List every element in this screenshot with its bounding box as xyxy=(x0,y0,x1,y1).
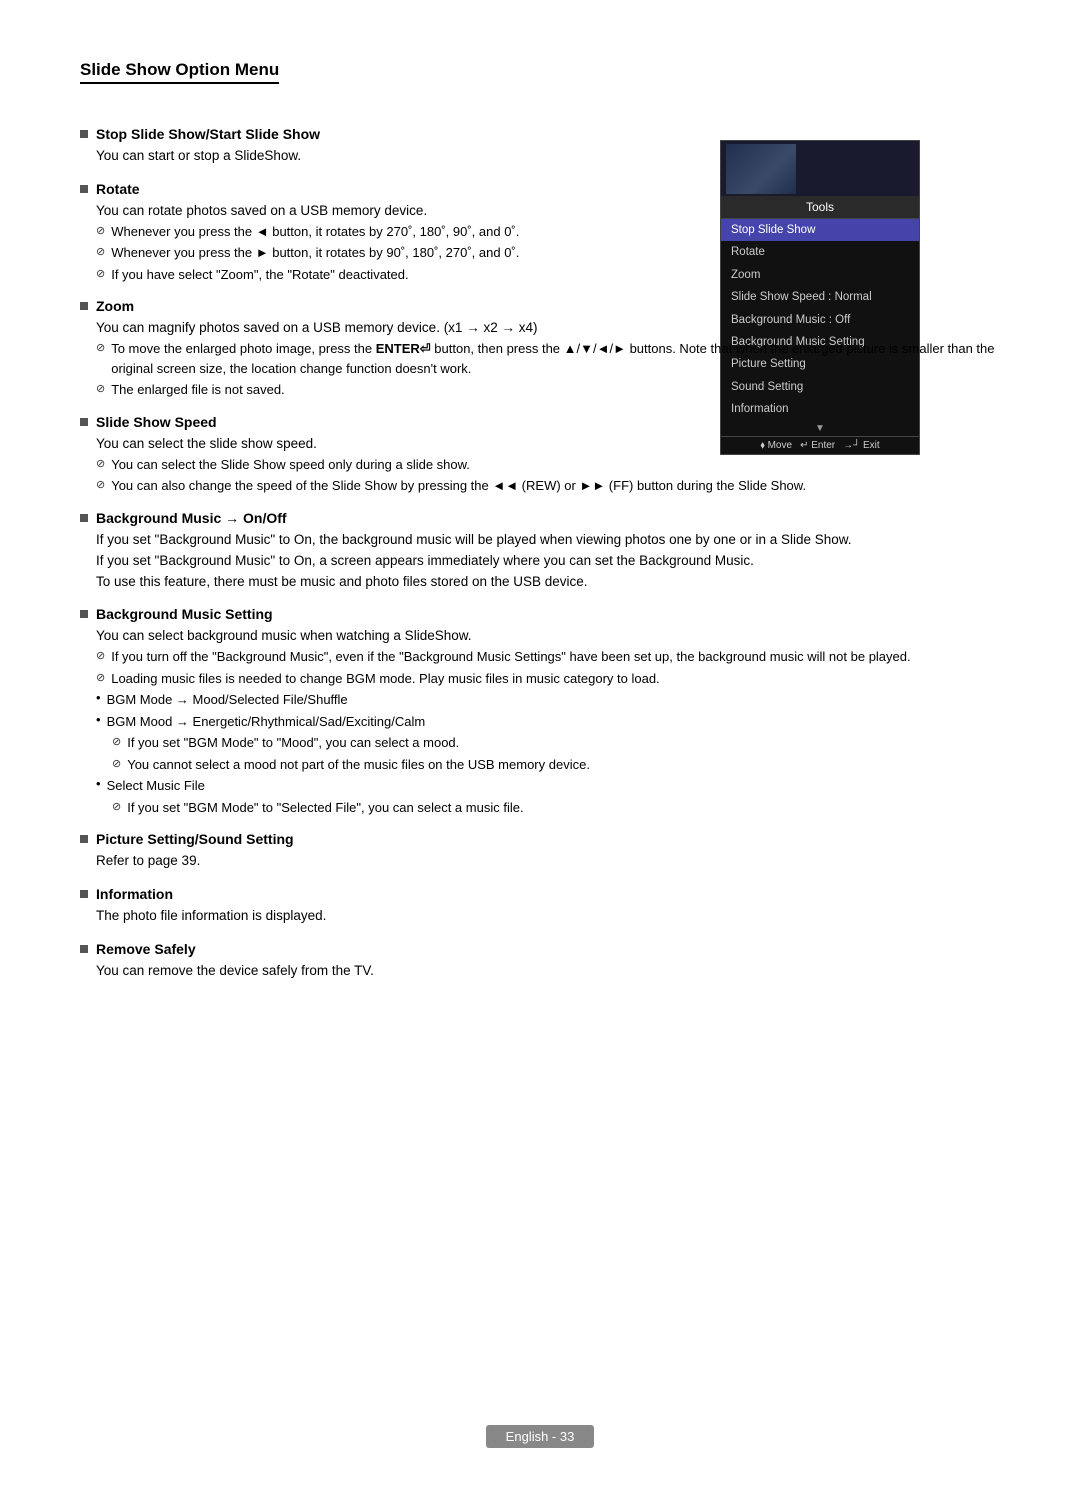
note-text: Whenever you press the ► button, it rota… xyxy=(111,243,519,263)
note-text: You can also change the speed of the Sli… xyxy=(111,476,806,496)
sub-bullet-text: BGM Mood → Energetic/Rhythmical/Sad/Exci… xyxy=(107,712,426,732)
bullet-icon xyxy=(80,610,88,618)
section-body: You can start or stop a SlideShow. xyxy=(96,146,1000,167)
sub-bullet-text: BGM Mode → Mood/Selected File/Shuffle xyxy=(107,690,348,710)
page-title: Slide Show Option Menu xyxy=(80,60,279,84)
section-body: Refer to page 39. xyxy=(96,851,1000,872)
note-text: If you set "BGM Mode" to "Mood", you can… xyxy=(127,733,459,753)
section-body: You can select the slide show speed. xyxy=(96,434,1000,455)
note-icon: ⊘ xyxy=(96,267,105,280)
bullet-icon xyxy=(80,835,88,843)
note-text: If you have select "Zoom", the "Rotate" … xyxy=(111,265,408,285)
section-picture-setting: Picture Setting/Sound Setting Refer to p… xyxy=(80,831,1000,872)
sub-bullet-bgm-mood: • BGM Mood → Energetic/Rhythmical/Sad/Ex… xyxy=(96,712,1000,732)
section-title: Information xyxy=(96,886,173,902)
note-icon: ⊘ xyxy=(96,341,105,354)
section-title: Slide Show Speed xyxy=(96,414,217,430)
bullet-icon xyxy=(80,514,88,522)
note-item: ⊘ To move the enlarged photo image, pres… xyxy=(96,339,1000,378)
bullet-icon xyxy=(80,302,88,310)
section-title: Zoom xyxy=(96,298,134,314)
section-title: Picture Setting/Sound Setting xyxy=(96,831,294,847)
note-icon: ⊘ xyxy=(96,382,105,395)
note-item-select-music: ⊘ If you set "BGM Mode" to "Selected Fil… xyxy=(112,798,1000,818)
section-title: Stop Slide Show/Start Slide Show xyxy=(96,126,320,142)
note-item: ⊘ The enlarged file is not saved. xyxy=(96,380,1000,400)
note-item: ⊘ If you have select "Zoom", the "Rotate… xyxy=(96,265,1000,285)
sub-bullet-select-music: • Select Music File xyxy=(96,776,1000,796)
note-icon: ⊘ xyxy=(112,757,121,770)
section-zoom: Zoom You can magnify photos saved on a U… xyxy=(80,298,1000,399)
section-background-music-setting: Background Music Setting You can select … xyxy=(80,606,1000,817)
note-text: If you turn off the "Background Music", … xyxy=(111,647,910,667)
footer-badge: English - 33 xyxy=(486,1425,595,1448)
note-item: ⊘ If you turn off the "Background Music"… xyxy=(96,647,1000,667)
section-background-music: Background Music → On/Off If you set "Ba… xyxy=(80,510,1000,593)
section-information: Information The photo file information i… xyxy=(80,886,1000,927)
section-rotate: Rotate You can rotate photos saved on a … xyxy=(80,181,1000,284)
note-item: ⊘ Loading music files is needed to chang… xyxy=(96,669,1000,689)
section-title: Remove Safely xyxy=(96,941,196,957)
section-slide-show-speed: Slide Show Speed You can select the slid… xyxy=(80,414,1000,496)
section-title: Rotate xyxy=(96,181,140,197)
note-icon: ⊘ xyxy=(112,800,121,813)
note-icon: ⊘ xyxy=(96,457,105,470)
note-text: You can select the Slide Show speed only… xyxy=(111,455,470,475)
bullet-icon xyxy=(80,945,88,953)
bullet-icon xyxy=(80,418,88,426)
sub-bullet-text: Select Music File xyxy=(107,776,205,796)
note-text: If you set "BGM Mode" to "Selected File"… xyxy=(127,798,523,818)
section-title: Background Music Setting xyxy=(96,606,273,622)
note-text: To move the enlarged photo image, press … xyxy=(111,339,1000,378)
sub-bullet-bgm-mode: • BGM Mode → Mood/Selected File/Shuffle xyxy=(96,690,1000,710)
bullet-icon xyxy=(80,185,88,193)
section-title: Background Music → On/Off xyxy=(96,510,287,526)
note-text: Whenever you press the ◄ button, it rota… xyxy=(111,222,519,242)
note-icon: ⊘ xyxy=(96,649,105,662)
section-remove-safely: Remove Safely You can remove the device … xyxy=(80,941,1000,982)
note-text: Loading music files is needed to change … xyxy=(111,669,659,689)
note-text: The enlarged file is not saved. xyxy=(111,380,284,400)
note-item: ⊘ Whenever you press the ► button, it ro… xyxy=(96,243,1000,263)
note-item: ⊘ You can also change the speed of the S… xyxy=(96,476,1000,496)
page-footer: English - 33 xyxy=(0,1425,1080,1448)
note-item: ⊘ Whenever you press the ◄ button, it ro… xyxy=(96,222,1000,242)
section-body: You can magnify photos saved on a USB me… xyxy=(96,318,1000,339)
note-icon: ⊘ xyxy=(96,245,105,258)
section-body: You can select background music when wat… xyxy=(96,626,1000,647)
note-icon: ⊘ xyxy=(96,671,105,684)
section-body: The photo file information is displayed. xyxy=(96,906,1000,927)
section-body: If you set "Background Music" to On, the… xyxy=(96,530,1000,593)
section-body: You can rotate photos saved on a USB mem… xyxy=(96,201,1000,222)
note-item: ⊘ You can select the Slide Show speed on… xyxy=(96,455,1000,475)
note-icon: ⊘ xyxy=(96,478,105,491)
note-icon: ⊘ xyxy=(112,735,121,748)
bullet-icon xyxy=(80,890,88,898)
section-stop-slide-show: Stop Slide Show/Start Slide Show You can… xyxy=(80,126,1000,167)
note-item-bgm-mood-2: ⊘ You cannot select a mood not part of t… xyxy=(112,755,1000,775)
bullet-icon xyxy=(80,130,88,138)
note-item-bgm-mood-1: ⊘ If you set "BGM Mode" to "Mood", you c… xyxy=(112,733,1000,753)
note-icon: ⊘ xyxy=(96,224,105,237)
note-text: You cannot select a mood not part of the… xyxy=(127,755,590,775)
section-body: You can remove the device safely from th… xyxy=(96,961,1000,982)
